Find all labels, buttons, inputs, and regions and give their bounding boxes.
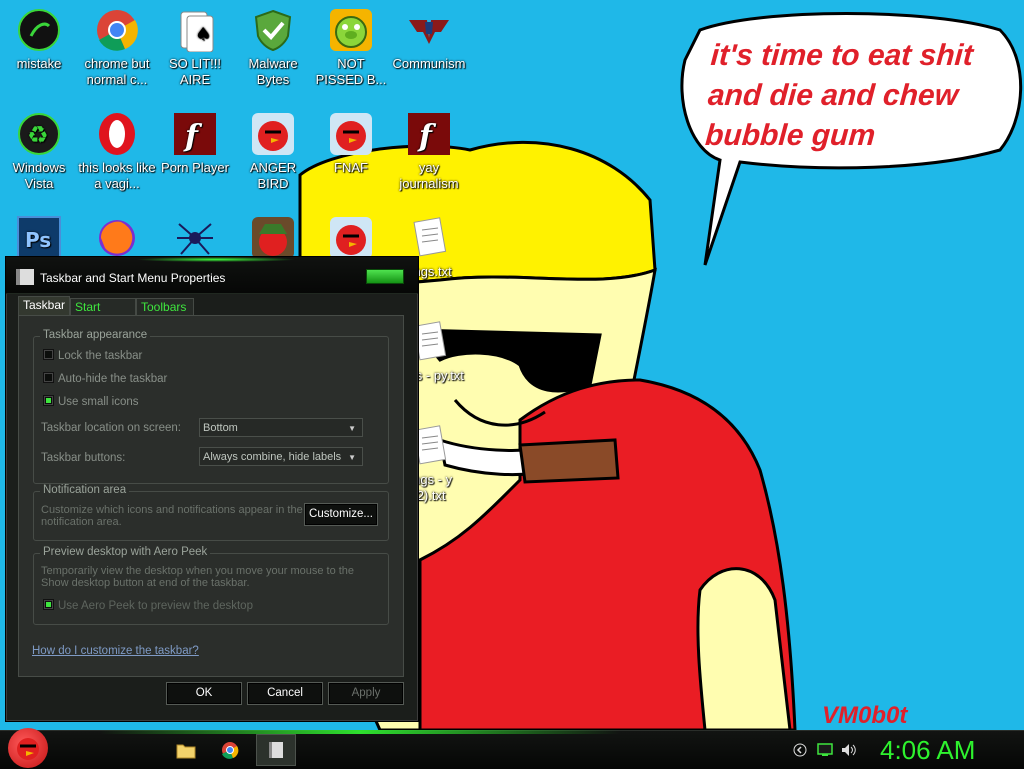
desktop-icon-yay-journalism[interactable]: f yay journalism: [390, 110, 468, 192]
emblem-icon: [405, 6, 453, 54]
text-file-icon: [405, 214, 453, 262]
show-hidden-icons-icon[interactable]: [790, 731, 810, 769]
green-pig-icon: [327, 6, 375, 54]
taskbar-clock[interactable]: 4:06 AM: [880, 735, 975, 766]
firefox-icon: [93, 214, 141, 262]
chevron-down-icon: ▼: [348, 424, 356, 433]
tab-taskbar[interactable]: Taskbar: [18, 296, 70, 316]
chevron-down-icon: ▼: [348, 453, 356, 462]
svg-text:Ps: Ps: [25, 228, 51, 252]
buttons-select[interactable]: Always combine, hide labels ▼: [199, 447, 363, 466]
desktop-icon-malwarebytes[interactable]: Malware Bytes: [234, 6, 312, 88]
dialog-titlebar[interactable]: Taskbar and Start Menu Properties: [6, 257, 418, 294]
svg-text:♻: ♻: [27, 121, 49, 149]
location-label: Taskbar location on screen:: [41, 422, 181, 434]
angry-bird-icon: [249, 110, 297, 158]
desktop-icon-communism[interactable]: Communism: [390, 6, 468, 72]
opera-icon: [93, 110, 141, 158]
taskbar-properties-icon: [16, 269, 34, 285]
checkbox-box: [43, 395, 54, 406]
taskbar-explorer[interactable]: [170, 734, 202, 766]
close-button[interactable]: [366, 269, 404, 284]
dialog-title: Taskbar and Start Menu Properties: [40, 271, 226, 285]
desktop-icon-mistake[interactable]: mistake: [0, 6, 78, 72]
desktop-icon-windows-vista[interactable]: ♻ Windows Vista: [0, 110, 78, 192]
chrome-icon: [93, 6, 141, 54]
taskbar-chrome[interactable]: [214, 734, 246, 766]
small-icons-checkbox[interactable]: Use small icons: [43, 395, 139, 409]
location-select[interactable]: Bottom ▼: [199, 418, 363, 437]
group-taskbar-appearance: Taskbar appearance Lock the taskbar Auto…: [33, 329, 389, 484]
angry-bird-start-icon: [17, 738, 39, 760]
customize-button[interactable]: Customize...: [304, 503, 378, 526]
autohide-taskbar-checkbox[interactable]: Auto-hide the taskbar: [43, 372, 167, 386]
angry-bird-icon: [327, 110, 375, 158]
cancel-button[interactable]: Cancel: [247, 682, 323, 705]
desktop-icon-fnaf[interactable]: FNAF: [312, 110, 390, 176]
taskbar-properties-window[interactable]: [256, 734, 296, 766]
solitaire-icon: ♠: [171, 6, 219, 54]
recycle-bin-icon: ♻: [15, 110, 63, 158]
wallpaper-signature: VM0b0t: [822, 702, 908, 729]
razer-green-icon: [15, 6, 63, 54]
notification-description: Customize which icons and notifications …: [41, 504, 303, 528]
network-icon[interactable]: [814, 731, 836, 769]
titlebar-glow: [136, 257, 296, 262]
shield-check-icon: [249, 6, 297, 54]
volume-icon[interactable]: [838, 731, 860, 769]
folder-icon: [176, 744, 196, 759]
group-title: Preview desktop with Aero Peek: [40, 546, 211, 558]
desktop-icon-solitaire[interactable]: ♠ SO LIT!!! AIRE: [156, 6, 234, 88]
svg-text:♠: ♠: [195, 24, 211, 45]
speech-bubble-text: it's time to eat shit and die and chew b…: [704, 39, 975, 152]
checkbox-box: [43, 372, 54, 383]
aero-peek-checkbox[interactable]: Use Aero Peek to preview the desktop: [43, 599, 253, 613]
start-button[interactable]: [8, 728, 48, 768]
buttons-label: Taskbar buttons:: [41, 452, 126, 464]
desktop-icon-chrome[interactable]: chrome but normal c...: [78, 6, 156, 88]
flash-icon: f: [405, 110, 453, 158]
checkbox-box: [43, 599, 54, 610]
ok-button[interactable]: OK: [166, 682, 242, 705]
angry-bird-icon: [327, 214, 375, 262]
desktop-icon-opera[interactable]: this looks like a vagi...: [78, 110, 156, 192]
desktop-icon-porn-player[interactable]: f Porn Player: [156, 110, 234, 176]
group-title: Notification area: [40, 484, 130, 496]
tab-panel-taskbar: Taskbar appearance Lock the taskbar Auto…: [18, 315, 404, 677]
taskbar: 4:06 AM: [0, 728, 1024, 769]
photoshop-icon: Ps: [15, 214, 63, 262]
help-link[interactable]: How do I customize the taskbar?: [32, 645, 199, 657]
desktop-icon-not-pissed[interactable]: NOT PISSED B...: [312, 6, 390, 88]
spider-solitaire-icon: [171, 214, 219, 262]
group-title: Taskbar appearance: [40, 329, 151, 341]
taskbar-properties-icon: [269, 742, 283, 758]
apply-button[interactable]: Apply: [328, 682, 404, 705]
chrome-icon: [222, 742, 239, 759]
desktop-icon-anger-bird[interactable]: ANGER BIRD: [234, 110, 312, 192]
lock-taskbar-checkbox[interactable]: Lock the taskbar: [43, 349, 142, 363]
group-aero-peek: Preview desktop with Aero Peek Temporari…: [33, 546, 389, 625]
group-notification-area: Notification area Customize which icons …: [33, 484, 389, 541]
peek-description: Temporarily view the desktop when you mo…: [41, 565, 355, 589]
checkbox-box: [43, 349, 54, 360]
angry-bird-seasons-icon: [249, 214, 297, 262]
flash-icon: f: [171, 110, 219, 158]
